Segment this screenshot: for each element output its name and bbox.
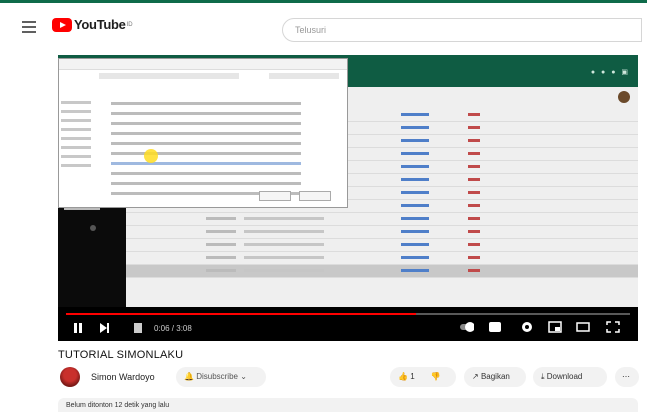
like-count: 1 (410, 372, 415, 381)
recorded-avatar (618, 91, 630, 103)
download-label: Download (546, 372, 583, 381)
fullscreen-icon[interactable] (606, 321, 620, 333)
youtube-header: YouTube ID Telusuri (0, 3, 647, 51)
pause-icon[interactable] (73, 323, 83, 333)
youtube-logo[interactable]: YouTube ID (52, 17, 133, 32)
time-display: 0:06 / 3:08 (154, 324, 192, 333)
theater-mode-icon[interactable] (576, 321, 590, 333)
next-icon[interactable] (100, 323, 109, 333)
autoplay-toggle-icon[interactable] (460, 321, 474, 333)
description-box[interactable]: Belum ditonton 12 detik yang lalu (58, 398, 638, 412)
file-open-dialog (58, 58, 348, 208)
video-title: TUTORIAL SIMONLAKU (58, 349, 184, 361)
volume-icon[interactable] (134, 323, 142, 333)
miniplayer-icon[interactable] (548, 321, 562, 333)
share-button[interactable]: ↗ Bagikan (464, 367, 526, 387)
logo-text: YouTube (74, 17, 126, 32)
dislike-icon[interactable]: 👎 (431, 372, 441, 381)
player-controls: 0:06 / 3:08 (58, 315, 638, 341)
settings-gear-icon[interactable] (520, 321, 534, 333)
menu-icon[interactable] (22, 21, 36, 36)
cursor-highlight-icon (144, 149, 158, 163)
app-header-icons: ● ● ● ▣ (590, 69, 630, 76)
logo-region: ID (126, 21, 133, 28)
channel-name[interactable]: Simon Wardoyo (91, 372, 155, 382)
youtube-play-icon (52, 17, 72, 32)
search-input[interactable]: Telusuri (282, 18, 642, 42)
share-label: Bagikan (480, 372, 510, 381)
like-dislike-group[interactable]: 👍 1 👎 (390, 367, 456, 387)
channel-avatar[interactable] (60, 367, 80, 387)
subtitles-icon[interactable] (488, 321, 502, 333)
more-actions-icon[interactable]: ⋯ (615, 367, 639, 387)
video-player[interactable]: ● ● ● ▣ 0:06 / 3:08 (58, 55, 638, 341)
subscribe-label: Disubscribe (196, 372, 238, 381)
subscribe-button[interactable]: 🔔 Disubscribe ⌄ (176, 367, 266, 387)
like-icon[interactable]: 👍 (398, 372, 408, 381)
download-button[interactable]: ⤓ Download (533, 367, 607, 387)
